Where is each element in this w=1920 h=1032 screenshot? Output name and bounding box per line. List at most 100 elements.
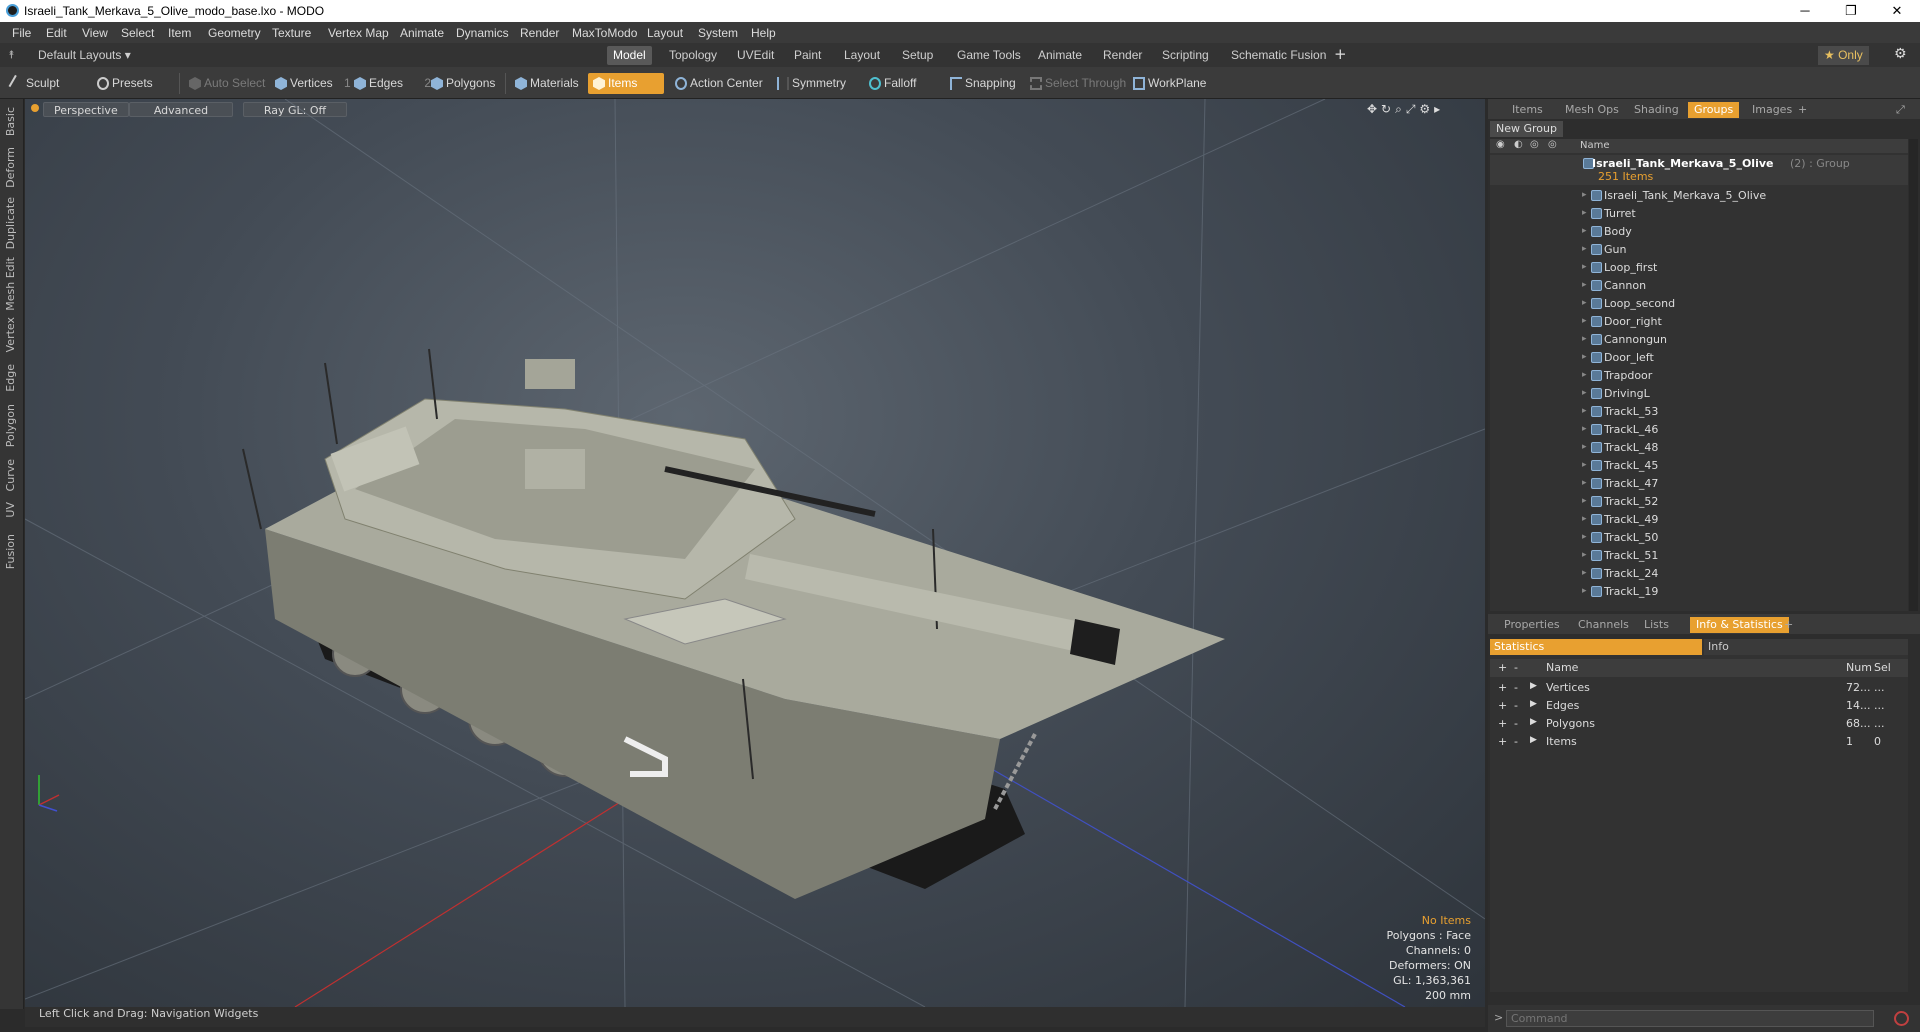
statistics-subtab[interactable]: Statistics xyxy=(1490,639,1702,655)
add-tab-icon[interactable]: + xyxy=(1334,45,1347,63)
stats-row[interactable]: + - ▶ Items 1 0 xyxy=(1490,733,1908,751)
new-group-button[interactable]: New Group xyxy=(1490,121,1563,137)
3d-viewport[interactable]: Perspective Advanced Ray GL: Off ✥↻⌕⤢⚙▸ xyxy=(25,99,1485,1007)
expand-arrow-icon[interactable]: ▸ xyxy=(1582,550,1587,560)
tab-images[interactable]: Images xyxy=(1746,102,1798,118)
expand-arrow-icon[interactable]: ▸ xyxy=(1582,244,1587,254)
default-layouts-dropdown[interactable]: Default Layouts ▾ xyxy=(32,46,137,65)
presets-button[interactable]: Presets F6 xyxy=(92,73,174,111)
menu-layout[interactable]: Layout xyxy=(647,26,683,40)
expand-arrow-icon[interactable]: ▸ xyxy=(1582,208,1587,218)
tab-setup[interactable]: Setup xyxy=(896,46,939,65)
only-toggle[interactable]: ★ Only xyxy=(1818,46,1869,65)
expand-arrow-icon[interactable]: ▸ xyxy=(1582,190,1587,200)
group-item-row[interactable]: ▸ Door_right xyxy=(1490,313,1908,331)
expand-arrow-icon[interactable]: ▶ xyxy=(1530,735,1537,745)
expand-arrow-icon[interactable]: ▸ xyxy=(1582,406,1587,416)
menu-view[interactable]: View xyxy=(82,26,108,40)
group-root-row[interactable]: Israeli_Tank_Merkava_5_Olive (2) : Group… xyxy=(1490,155,1908,185)
expand-all-icon[interactable]: + xyxy=(1498,661,1507,674)
menu-edit[interactable]: Edit xyxy=(46,26,67,40)
vtab-mesh-edit[interactable]: Mesh Edit xyxy=(4,257,17,311)
group-item-row[interactable]: ▸ TrackL_46 xyxy=(1490,421,1908,439)
command-input[interactable] xyxy=(1506,1010,1874,1027)
tab-properties[interactable]: Properties xyxy=(1498,617,1566,633)
vtab-uv[interactable]: UV xyxy=(4,502,17,518)
symmetry-button[interactable]: Symmetry xyxy=(772,73,852,94)
expand-arrow-icon[interactable]: ▸ xyxy=(1582,442,1587,452)
expand-arrow-icon[interactable]: ▸ xyxy=(1582,316,1587,326)
vtab-curve[interactable]: Curve xyxy=(4,459,17,491)
action-center-button[interactable]: Action Center xyxy=(670,73,769,94)
menu-maxtomodo[interactable]: MaxToModo xyxy=(572,26,637,40)
menu-file[interactable]: File xyxy=(12,26,31,40)
group-item-row[interactable]: ▸ TrackL_24 xyxy=(1490,565,1908,583)
close-button[interactable]: ✕ xyxy=(1874,0,1920,22)
expand-arrow-icon[interactable]: ▸ xyxy=(1582,496,1587,506)
group-item-row[interactable]: ▸ TrackL_49 xyxy=(1490,511,1908,529)
menu-animate[interactable]: Animate xyxy=(400,26,444,40)
menu-vertex-map[interactable]: Vertex Map xyxy=(328,26,389,40)
stats-row[interactable]: + - ▶ Polygons 68...... xyxy=(1490,715,1908,733)
menu-help[interactable]: Help xyxy=(751,26,776,40)
tab-groups[interactable]: Groups xyxy=(1688,102,1740,118)
menu-dynamics[interactable]: Dynamics xyxy=(456,26,509,40)
sculpt-button[interactable]: Sculpt xyxy=(6,73,90,94)
group-item-row[interactable]: ▸ Cannongun xyxy=(1490,331,1908,349)
group-item-row[interactable]: ▸ TrackL_48 xyxy=(1490,439,1908,457)
group-item-row[interactable]: ▸ Israeli_Tank_Merkava_5_Olive xyxy=(1490,187,1908,205)
menu-item[interactable]: Item xyxy=(168,26,191,40)
vtab-deform[interactable]: Deform xyxy=(4,147,17,188)
vtab-basic[interactable]: Basic xyxy=(4,107,17,136)
expand-arrow-icon[interactable]: ▸ xyxy=(1582,298,1587,308)
materials-button[interactable]: Materials xyxy=(510,73,585,94)
remove-icon[interactable]: - xyxy=(1514,681,1518,694)
gear-icon[interactable]: ⚙ xyxy=(1894,46,1907,62)
group-item-row[interactable]: ▸ Turret xyxy=(1490,205,1908,223)
remove-icon[interactable]: - xyxy=(1514,717,1518,730)
tab-shading[interactable]: Shading xyxy=(1628,102,1685,118)
expand-arrow-icon[interactable]: ▸ xyxy=(1582,262,1587,272)
auto-select-button[interactable]: Auto Select xyxy=(184,73,271,94)
menu-texture[interactable]: Texture xyxy=(272,26,311,40)
expand-arrow-icon[interactable]: ▶ xyxy=(1530,699,1537,709)
expand-arrow-icon[interactable]: ▸ xyxy=(1582,352,1587,362)
tab-layout[interactable]: Layout xyxy=(838,46,886,65)
group-item-row[interactable]: ▸ TrackL_47 xyxy=(1490,475,1908,493)
group-item-row[interactable]: ▸ Trapdoor xyxy=(1490,367,1908,385)
tab-animate[interactable]: Animate xyxy=(1032,46,1088,65)
tab-lists[interactable]: Lists xyxy=(1638,617,1675,633)
tab-paint[interactable]: Paint xyxy=(788,46,827,65)
group-item-row[interactable]: ▸ TrackL_53 xyxy=(1490,403,1908,421)
expand-arrow-icon[interactable]: ▸ xyxy=(1582,460,1587,470)
remove-icon[interactable]: - xyxy=(1514,699,1518,712)
group-item-row[interactable]: ▸ Loop_second xyxy=(1490,295,1908,313)
expand-arrow-icon[interactable]: ▸ xyxy=(1582,568,1587,578)
vtab-duplicate[interactable]: Duplicate xyxy=(4,197,17,249)
remove-icon[interactable]: - xyxy=(1514,735,1518,748)
collapse-icon[interactable]: ⯭ xyxy=(8,48,15,62)
polygons-button[interactable]: Polygons xyxy=(426,73,501,94)
expand-arrow-icon[interactable]: ▸ xyxy=(1582,388,1587,398)
tab-scripting[interactable]: Scripting xyxy=(1156,46,1215,65)
maximize-button[interactable]: ❐ xyxy=(1828,0,1874,22)
expand-arrow-icon[interactable]: ▸ xyxy=(1582,226,1587,236)
vtab-fusion[interactable]: Fusion xyxy=(4,534,17,569)
group-item-row[interactable]: ▸ Body xyxy=(1490,223,1908,241)
menu-select[interactable]: Select xyxy=(121,26,154,40)
snapping-button[interactable]: Snapping xyxy=(945,73,1022,94)
group-item-row[interactable]: ▸ Door_left xyxy=(1490,349,1908,367)
expand-arrow-icon[interactable]: ▸ xyxy=(1582,370,1587,380)
vertices-button[interactable]: Vertices 1 xyxy=(270,73,357,94)
add-icon[interactable]: + xyxy=(1498,699,1507,712)
group-item-row[interactable]: ▸ Cannon xyxy=(1490,277,1908,295)
falloff-button[interactable]: Falloff xyxy=(864,73,922,94)
group-item-row[interactable]: ▸ TrackL_45 xyxy=(1490,457,1908,475)
record-icon[interactable] xyxy=(1894,1011,1909,1026)
tab-game-tools[interactable]: Game Tools xyxy=(951,46,1027,65)
expand-arrow-icon[interactable]: ▸ xyxy=(1582,424,1587,434)
group-item-row[interactable]: ▸ DrivingL xyxy=(1490,385,1908,403)
vtab-edge[interactable]: Edge xyxy=(4,364,17,392)
tab-schematic-fusion[interactable]: Schematic Fusion xyxy=(1225,46,1332,65)
expand-arrow-icon[interactable]: ▸ xyxy=(1582,280,1587,290)
